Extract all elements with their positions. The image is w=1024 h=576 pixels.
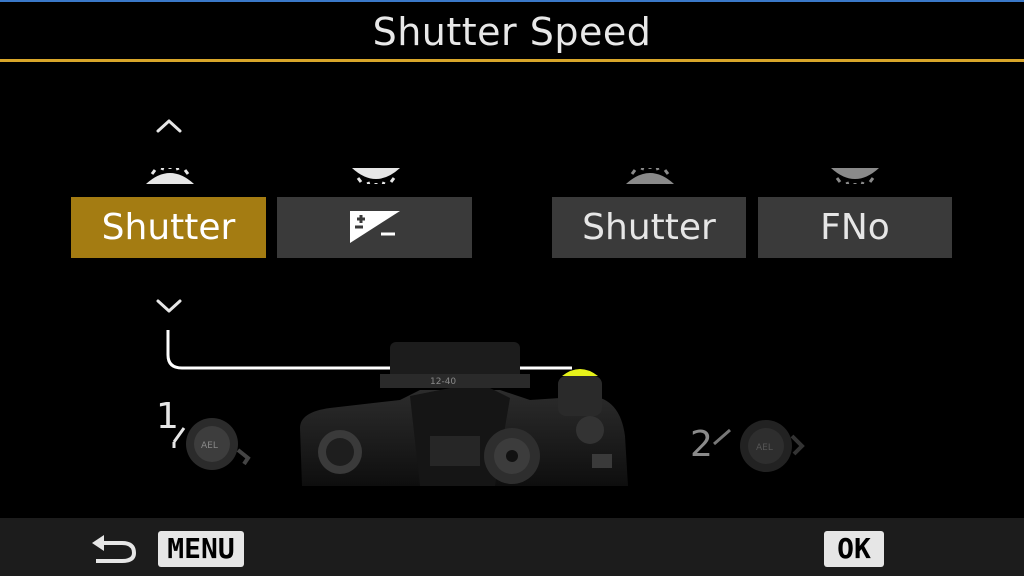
- menu-button[interactable]: MENU: [158, 531, 244, 567]
- aeL-lever-dial-icon: AEL: [713, 420, 805, 472]
- svg-text:AEL: AEL: [201, 441, 218, 451]
- camera-top-illustration: 12-40: [290, 336, 630, 518]
- ok-button[interactable]: OK: [824, 531, 884, 567]
- svg-text:12-40: 12-40: [430, 377, 456, 387]
- aeL-lever-dial-icon: AEL: [172, 418, 251, 470]
- return-arrow-icon[interactable]: [90, 533, 138, 565]
- svg-text:AEL: AEL: [756, 443, 773, 453]
